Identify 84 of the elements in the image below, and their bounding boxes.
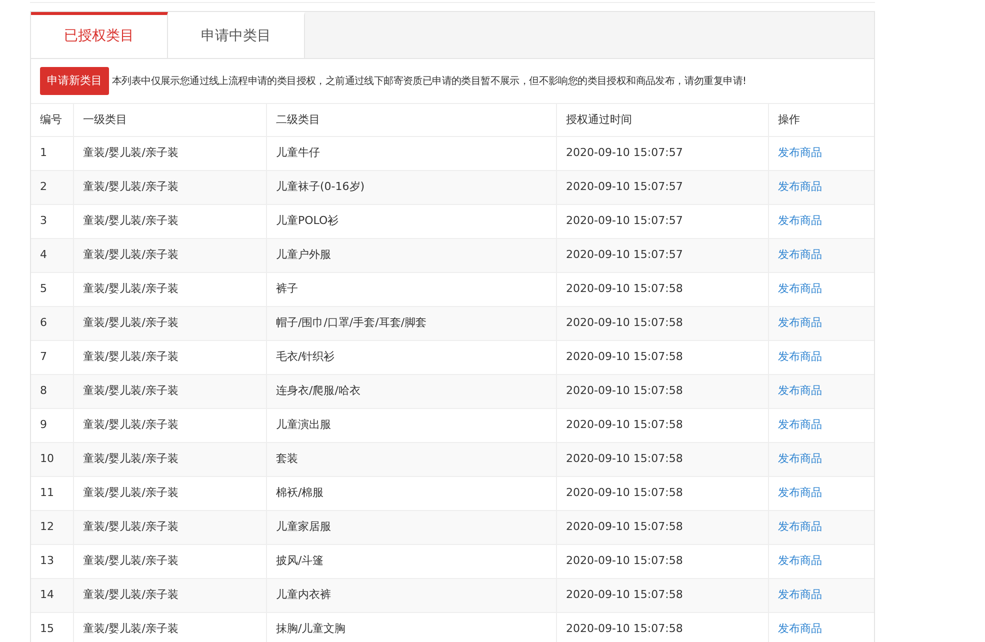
table-cell: 15: [31, 613, 74, 642]
table-cell: 童装/婴儿装/亲子装: [74, 307, 267, 340]
table-cell: 童装/婴儿装/亲子装: [74, 273, 267, 306]
table-cell: 2020-09-10 15:07:58: [557, 443, 769, 476]
table-cell: 2020-09-10 15:07:57: [557, 171, 769, 204]
table-cell: 童装/婴儿装/亲子装: [74, 613, 267, 642]
table-cell: 8: [31, 375, 74, 408]
publish-product-link[interactable]: 发布商品: [778, 145, 822, 162]
publish-product-link[interactable]: 发布商品: [778, 553, 822, 570]
table-cell: 13: [31, 545, 74, 578]
table-cell: 2020-09-10 15:07:58: [557, 409, 769, 442]
table-cell: 2020-09-10 15:07:58: [557, 545, 769, 578]
table-cell: 3: [31, 205, 74, 238]
table-cell: 童装/婴儿装/亲子装: [74, 137, 267, 170]
table-cell: 童装/婴儿装/亲子装: [74, 239, 267, 272]
table-cell: 12: [31, 511, 74, 544]
table-cell: 7: [31, 341, 74, 374]
table-cell: 14: [31, 579, 74, 612]
table-cell: 童装/婴儿装/亲子装: [74, 511, 267, 544]
publish-product-link[interactable]: 发布商品: [778, 383, 822, 400]
publish-product-link[interactable]: 发布商品: [778, 519, 822, 536]
table-cell: 童装/婴儿装/亲子装: [74, 375, 267, 408]
table-cell: 套装: [267, 443, 557, 476]
publish-product-link[interactable]: 发布商品: [778, 213, 822, 230]
table-cell: 5: [31, 273, 74, 306]
publish-product-link[interactable]: 发布商品: [778, 621, 822, 638]
publish-product-link[interactable]: 发布商品: [778, 315, 822, 332]
table-cell: 2020-09-10 15:07:57: [557, 205, 769, 238]
table-cell: 儿童牛仔: [267, 137, 557, 170]
table-cell: 4: [31, 239, 74, 272]
table-cell: 童装/婴儿装/亲子装: [74, 341, 267, 374]
table-cell: 6: [31, 307, 74, 340]
table-cell: 棉袄/棉服: [267, 477, 557, 510]
table-cell: 儿童POLO衫: [267, 205, 557, 238]
tab[interactable]: 申请中类目: [168, 12, 305, 58]
table-cell: 儿童内衣裤: [267, 579, 557, 612]
publish-product-link[interactable]: 发布商品: [778, 485, 822, 502]
notice-text: 本列表中仅展示您通过线上流程申请的类目授权，之前通过线下邮寄资质已申请的类目暂不展示，但不影响您的类目授权和商品发布，请勿重复申请!: [112, 74, 746, 88]
table-cell: 2020-09-10 15:07:58: [557, 511, 769, 544]
table-cell: 童装/婴儿装/亲子装: [74, 477, 267, 510]
publish-product-link[interactable]: 发布商品: [778, 179, 822, 196]
table-cell: 2020-09-10 15:07:58: [557, 307, 769, 340]
table-cell: 童装/婴儿装/亲子装: [74, 443, 267, 476]
table-cell: 2020-09-10 15:07:57: [557, 137, 769, 170]
table-cell: 儿童户外服: [267, 239, 557, 272]
table-cell: 11: [31, 477, 74, 510]
table-cell: 童装/婴儿装/亲子装: [74, 205, 267, 238]
column-header: 操作: [777, 112, 801, 128]
table-cell: 披风/斗篷: [267, 545, 557, 578]
publish-product-link[interactable]: 发布商品: [778, 281, 822, 298]
table-cell: 裤子: [267, 273, 557, 306]
publish-product-link[interactable]: 发布商品: [778, 349, 822, 366]
table-cell: 2020-09-10 15:07:58: [557, 613, 769, 642]
table-cell: 10: [31, 443, 74, 476]
table-cell: 帽子/围巾/口罩/手套/耳套/脚套: [267, 307, 557, 340]
column-header: 编号: [31, 104, 74, 136]
table-cell: 连身衣/爬服/哈衣: [267, 375, 557, 408]
table-cell: 童装/婴儿装/亲子装: [74, 579, 267, 612]
table-cell: 毛衣/针织衫: [267, 341, 557, 374]
table-cell: 童装/婴儿装/亲子装: [74, 171, 267, 204]
table-cell: 抹胸/儿童文胸: [267, 613, 557, 642]
table-cell: 1: [31, 137, 74, 170]
table-cell: 2020-09-10 15:07:58: [557, 273, 769, 306]
column-header: 一级类目: [74, 104, 267, 136]
publish-product-link[interactable]: 发布商品: [778, 247, 822, 264]
table-cell: 2020-09-10 15:07:58: [557, 375, 769, 408]
publish-product-link[interactable]: 发布商品: [778, 417, 822, 434]
apply-new-category-button[interactable]: 申请新类目: [40, 67, 109, 95]
column-header: 二级类目: [267, 104, 557, 136]
publish-product-link[interactable]: 发布商品: [778, 451, 822, 468]
publish-product-link[interactable]: 发布商品: [778, 587, 822, 604]
table-cell: 9: [31, 409, 74, 442]
table-cell: 2020-09-10 15:07:58: [557, 341, 769, 374]
table-cell: 儿童家居服: [267, 511, 557, 544]
table-cell: 2: [31, 171, 74, 204]
table-cell: 2020-09-10 15:07:58: [557, 477, 769, 510]
column-header: 授权通过时间: [557, 104, 769, 136]
table-cell: 2020-09-10 15:07:58: [557, 579, 769, 612]
table-cell: 2020-09-10 15:07:57: [557, 239, 769, 272]
table-cell: 儿童袜子(0-16岁): [267, 171, 557, 204]
tab[interactable]: 已授权类目: [31, 12, 168, 58]
table-cell: 童装/婴儿装/亲子装: [74, 409, 267, 442]
table-cell: 儿童演出服: [267, 409, 557, 442]
table-cell: 童装/婴儿装/亲子装: [74, 545, 267, 578]
